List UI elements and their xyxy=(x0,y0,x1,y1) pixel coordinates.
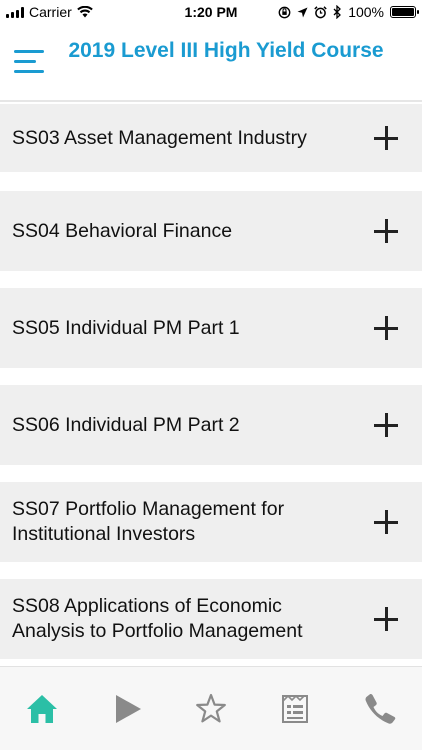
phone-icon xyxy=(365,693,396,724)
list-item-label: SS08 Applications of Economic Analysis t… xyxy=(12,595,303,642)
study-session-list: SS03 Asset Management Industry SS04 Beha… xyxy=(0,104,422,676)
battery-icon xyxy=(390,6,419,18)
menu-icon[interactable] xyxy=(14,50,50,78)
battery-percent: 100% xyxy=(348,4,384,20)
plus-icon[interactable] xyxy=(374,607,398,631)
list-item-label: SS05 Individual PM Part 1 xyxy=(12,316,240,339)
list-item-ss07[interactable]: SS07 Portfolio Management for Institutio… xyxy=(0,482,422,562)
nav-home-button[interactable] xyxy=(17,684,67,734)
list-item-ss04[interactable]: SS04 Behavioral Finance xyxy=(0,191,422,271)
star-icon xyxy=(196,693,226,722)
page-title: 2019 Level III High Yield Course xyxy=(68,39,384,62)
list-item-label: SS03 Asset Management Industry xyxy=(12,126,307,149)
list-item-label: SS06 Individual PM Part 2 xyxy=(12,413,240,436)
list-item-ss03[interactable]: SS03 Asset Management Industry xyxy=(0,104,422,172)
list-item-label: SS04 Behavioral Finance xyxy=(12,219,233,242)
plus-icon[interactable] xyxy=(374,219,398,243)
plus-icon[interactable] xyxy=(374,126,398,150)
plus-icon[interactable] xyxy=(374,413,398,437)
play-icon xyxy=(115,694,141,723)
alarm-icon xyxy=(314,5,327,18)
app-header: 2019 Level III High Yield Course xyxy=(0,24,422,102)
plus-icon[interactable] xyxy=(374,510,398,534)
status-right: 100% xyxy=(278,4,419,20)
bluetooth-icon xyxy=(333,5,342,19)
list-item-ss05[interactable]: SS05 Individual PM Part 1 xyxy=(0,288,422,368)
notes-icon xyxy=(282,694,309,723)
list-item-ss08[interactable]: SS08 Applications of Economic Analysis t… xyxy=(0,579,422,659)
bottom-nav xyxy=(0,666,422,750)
nav-contact-button[interactable] xyxy=(355,684,405,734)
list-item-ss06[interactable]: SS06 Individual PM Part 2 xyxy=(0,385,422,465)
status-bar: Carrier 1:20 PM 100% xyxy=(0,0,422,24)
lock-rotation-icon xyxy=(278,6,291,18)
location-icon xyxy=(297,7,308,17)
nav-notes-button[interactable] xyxy=(270,684,320,734)
list-item-label: SS07 Portfolio Management for Institutio… xyxy=(12,498,285,545)
plus-icon[interactable] xyxy=(374,316,398,340)
home-icon xyxy=(27,694,58,723)
nav-favorites-button[interactable] xyxy=(186,684,236,734)
nav-play-button[interactable] xyxy=(102,684,152,734)
